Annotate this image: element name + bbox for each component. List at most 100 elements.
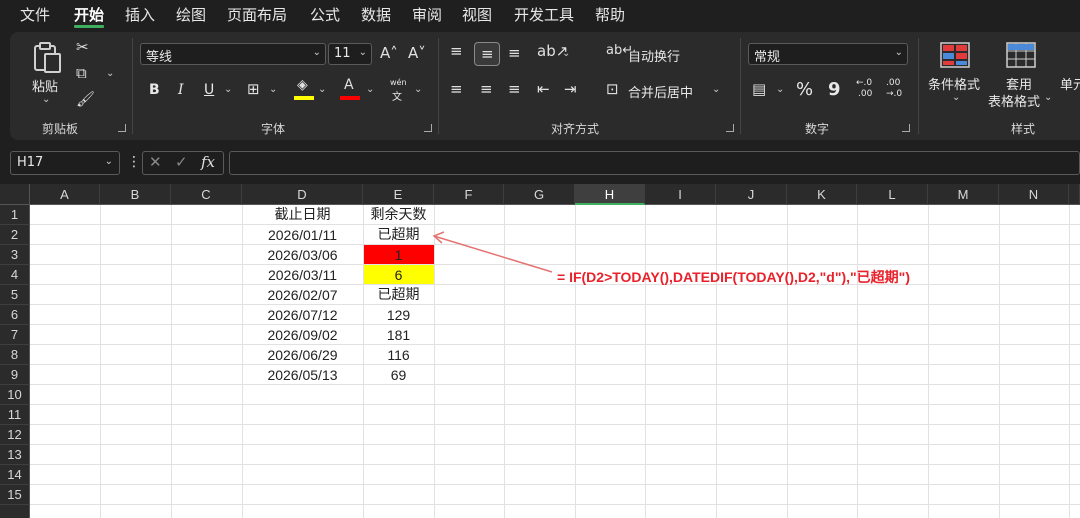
column-header-n[interactable]: N bbox=[999, 184, 1069, 205]
row-header-5[interactable]: 5 bbox=[0, 285, 30, 305]
row-header-3[interactable]: 3 bbox=[0, 245, 30, 265]
enter-icon[interactable]: ✓ bbox=[175, 155, 188, 170]
column-header-o[interactable] bbox=[1069, 184, 1080, 205]
cell-d7[interactable]: 2026/09/02 bbox=[242, 325, 363, 345]
bold-button[interactable]: B bbox=[149, 82, 160, 98]
borders-dropdown-icon[interactable]: ⌄ bbox=[269, 84, 277, 95]
align-right-icon[interactable]: ≡ bbox=[508, 82, 521, 97]
column-header-j[interactable]: J bbox=[716, 184, 787, 205]
column-header-f[interactable]: F bbox=[434, 184, 504, 205]
menu-formulas[interactable]: 公式 bbox=[310, 4, 340, 25]
orientation-dropdown-icon[interactable]: ⌄ bbox=[562, 48, 570, 59]
format-painter-icon[interactable]: 🖌 bbox=[76, 92, 95, 107]
row-header-11[interactable]: 11 bbox=[0, 405, 30, 425]
copy-dropdown-icon[interactable]: ⌄ bbox=[106, 68, 114, 79]
menu-data[interactable]: 数据 bbox=[361, 4, 391, 25]
paste-dropdown-icon[interactable]: ⌄ bbox=[42, 94, 50, 105]
align-top-icon[interactable]: ≡ bbox=[450, 44, 463, 59]
clipboard-launcher-icon[interactable] bbox=[118, 124, 126, 132]
cell-d4[interactable]: 2026/03/11 bbox=[242, 265, 363, 285]
column-header-c[interactable]: C bbox=[171, 184, 242, 205]
accounting-format-icon[interactable]: ▤ bbox=[752, 82, 766, 97]
cell-e8[interactable]: 116 bbox=[363, 345, 434, 365]
cell-e6[interactable]: 129 bbox=[363, 305, 434, 325]
menu-insert[interactable]: 插入 bbox=[125, 4, 155, 25]
align-center-icon[interactable]: ≡ bbox=[480, 82, 493, 97]
cell-e7[interactable]: 181 bbox=[363, 325, 434, 345]
row-header-1[interactable]: 1 bbox=[0, 205, 30, 225]
fill-dropdown-icon[interactable]: ⌄ bbox=[318, 84, 326, 95]
column-header-i[interactable]: I bbox=[645, 184, 716, 205]
column-header-k[interactable]: K bbox=[787, 184, 857, 205]
row-header-14[interactable]: 14 bbox=[0, 465, 30, 485]
row-header-9[interactable]: 9 bbox=[0, 365, 30, 385]
decrease-font-icon[interactable]: A˅ bbox=[408, 46, 426, 61]
menu-review[interactable]: 审阅 bbox=[412, 4, 442, 25]
row-header-7[interactable]: 7 bbox=[0, 325, 30, 345]
italic-button[interactable]: I bbox=[178, 82, 184, 98]
alignment-launcher-icon[interactable] bbox=[726, 124, 734, 132]
font-launcher-icon[interactable] bbox=[424, 124, 432, 132]
comma-button[interactable]: 9 bbox=[828, 79, 841, 100]
cell-e9[interactable]: 69 bbox=[363, 365, 434, 385]
row-header-6[interactable]: 6 bbox=[0, 305, 30, 325]
cell-d8[interactable]: 2026/06/29 bbox=[242, 345, 363, 365]
cell-d9[interactable]: 2026/05/13 bbox=[242, 365, 363, 385]
increase-font-icon[interactable]: A˄ bbox=[380, 46, 398, 61]
column-header-e[interactable]: E bbox=[363, 184, 434, 205]
cancel-icon[interactable]: ✕ bbox=[149, 155, 162, 170]
menu-draw[interactable]: 绘图 bbox=[176, 4, 206, 25]
cell-d6[interactable]: 2026/07/12 bbox=[242, 305, 363, 325]
align-left-icon[interactable]: ≡ bbox=[450, 82, 463, 97]
menu-page-layout[interactable]: 页面布局 bbox=[227, 4, 287, 25]
menu-developer[interactable]: 开发工具 bbox=[514, 4, 574, 25]
row-header-16[interactable] bbox=[0, 505, 30, 518]
column-header-b[interactable]: B bbox=[100, 184, 171, 205]
font-size-select[interactable]: 11 ⌄ bbox=[328, 43, 372, 65]
column-header-h[interactable]: H bbox=[575, 184, 645, 205]
underline-button[interactable]: U bbox=[204, 82, 214, 98]
name-box[interactable]: H17 ⌄ bbox=[10, 151, 120, 175]
insert-function-button[interactable]: fx bbox=[201, 155, 215, 170]
row-header-8[interactable]: 8 bbox=[0, 345, 30, 365]
increase-indent-icon[interactable]: ⇥ bbox=[564, 82, 577, 97]
cell-e5[interactable]: 已超期 bbox=[363, 285, 434, 305]
row-header-15[interactable]: 15 bbox=[0, 485, 30, 505]
column-header-a[interactable]: A bbox=[30, 184, 100, 205]
column-header-g[interactable]: G bbox=[504, 184, 575, 205]
menu-help[interactable]: 帮助 bbox=[595, 4, 625, 25]
menu-view[interactable]: 视图 bbox=[462, 4, 492, 25]
select-all-corner[interactable] bbox=[0, 184, 30, 205]
merge-dropdown-icon[interactable]: ⌄ bbox=[712, 84, 720, 95]
number-format-select[interactable]: 常规 ⌄ bbox=[748, 43, 908, 65]
row-header-10[interactable]: 10 bbox=[0, 385, 30, 405]
cut-icon[interactable]: ✂ bbox=[76, 40, 89, 55]
cell-d3[interactable]: 2026/03/06 bbox=[242, 245, 363, 265]
column-header-m[interactable]: M bbox=[928, 184, 999, 205]
cell-e1[interactable]: 剩余天数 bbox=[363, 205, 434, 225]
cell-d5[interactable]: 2026/02/07 bbox=[242, 285, 363, 305]
percent-button[interactable]: % bbox=[796, 79, 813, 100]
decrease-indent-icon[interactable]: ⇤ bbox=[537, 82, 550, 97]
number-launcher-icon[interactable] bbox=[902, 124, 910, 132]
paste-button[interactable] bbox=[32, 40, 64, 77]
cell-d1[interactable]: 截止日期 bbox=[242, 205, 363, 225]
row-header-12[interactable]: 12 bbox=[0, 425, 30, 445]
borders-icon[interactable]: ⊞ bbox=[247, 82, 260, 97]
spreadsheet-grid[interactable]: A B C D E F G H I J K L M N 1 2 3 4 5 6 … bbox=[0, 184, 1080, 518]
column-header-l[interactable]: L bbox=[857, 184, 928, 205]
row-header-13[interactable]: 13 bbox=[0, 445, 30, 465]
cell-d2[interactable]: 2026/01/11 bbox=[242, 225, 363, 245]
phonetic-dropdown-icon[interactable]: ⌄ bbox=[414, 84, 422, 95]
menu-home[interactable]: 开始 bbox=[74, 4, 104, 25]
menu-file[interactable]: 文件 bbox=[20, 4, 50, 25]
row-header-4[interactable]: 4 bbox=[0, 265, 30, 285]
accounting-dropdown-icon[interactable]: ⌄ bbox=[776, 84, 784, 95]
more-options-icon[interactable]: ⋮ bbox=[127, 155, 141, 169]
underline-dropdown-icon[interactable]: ⌄ bbox=[224, 84, 232, 95]
copy-icon[interactable]: ⧉ bbox=[76, 66, 87, 81]
column-header-d[interactable]: D bbox=[242, 184, 363, 205]
align-bottom-icon[interactable]: ≡ bbox=[508, 46, 521, 61]
formula-input[interactable] bbox=[229, 151, 1080, 175]
row-header-2[interactable]: 2 bbox=[0, 225, 30, 245]
